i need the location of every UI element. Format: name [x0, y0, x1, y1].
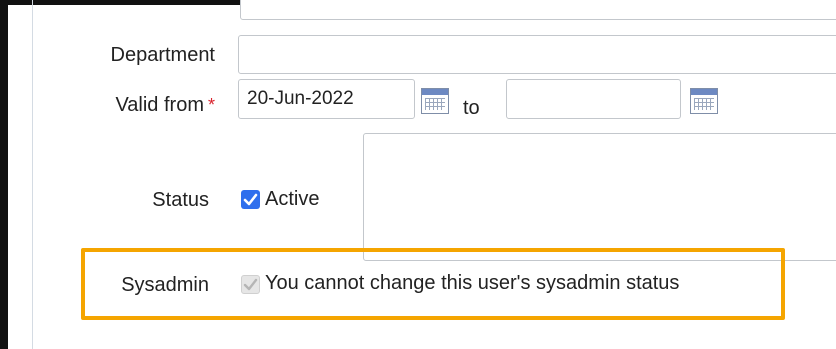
valid-from-text: Valid from	[115, 94, 204, 116]
panel-left-border	[32, 0, 33, 349]
window-frame-left	[0, 0, 8, 349]
active-label: Active	[265, 188, 320, 210]
valid-from-input[interactable]	[238, 79, 415, 119]
sysadmin-checkbox	[241, 275, 260, 294]
to-label: to	[463, 97, 480, 119]
previous-field-input[interactable]	[240, 0, 836, 20]
checkmark-icon	[243, 278, 258, 291]
status-notes-textarea[interactable]	[363, 133, 836, 261]
status-label: Status	[152, 189, 209, 211]
sysadmin-label: Sysadmin	[121, 274, 209, 296]
checkmark-icon	[243, 193, 258, 206]
valid-from-label: Valid from *	[115, 94, 215, 117]
sysadmin-note: You cannot change this user's sysadmin s…	[265, 272, 680, 294]
department-input[interactable]	[238, 35, 836, 74]
active-checkbox[interactable]	[241, 190, 260, 209]
calendar-icon[interactable]	[690, 88, 718, 114]
valid-to-input[interactable]	[506, 79, 681, 119]
required-marker: *	[207, 95, 215, 115]
department-label: Department	[110, 44, 216, 66]
calendar-icon[interactable]	[421, 88, 449, 114]
